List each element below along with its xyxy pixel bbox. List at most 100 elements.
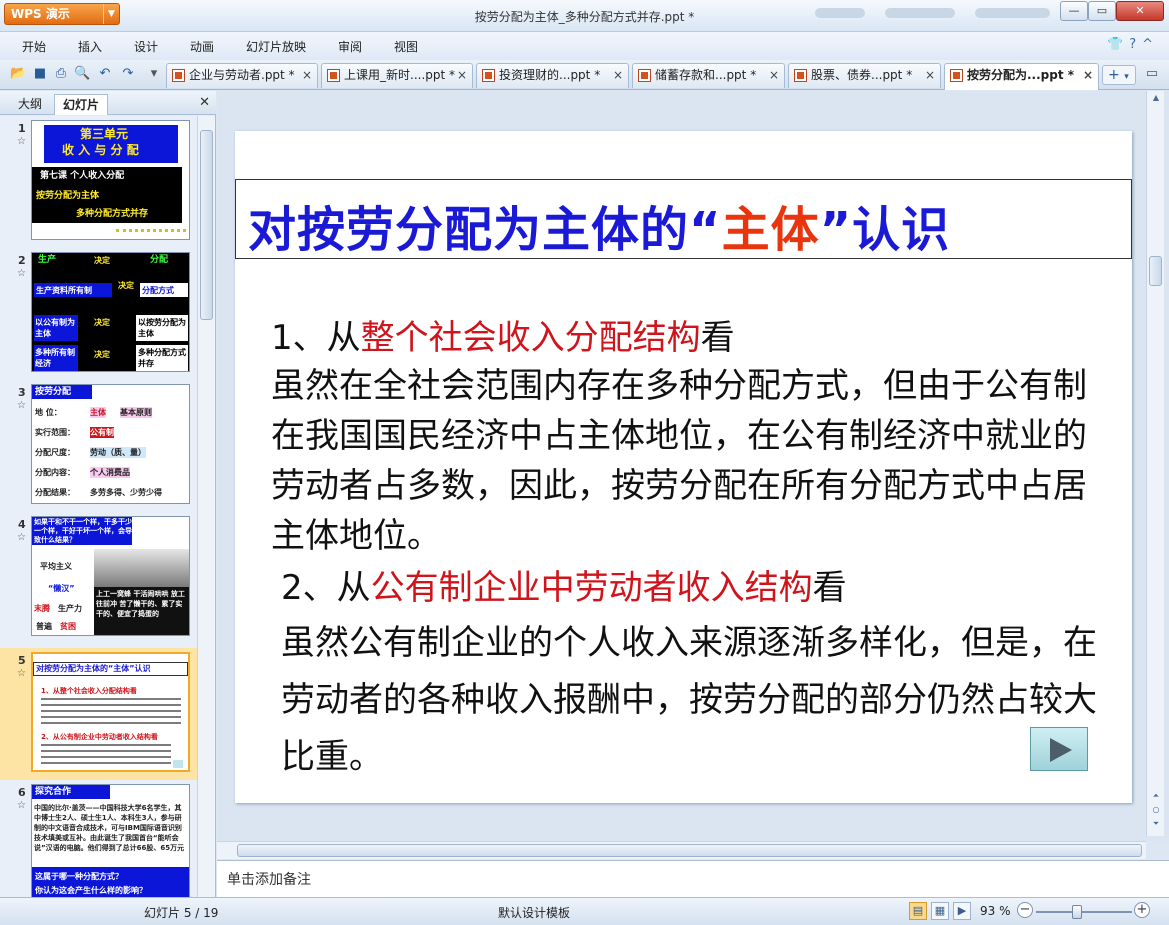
print-icon[interactable]: ⎙	[53, 66, 69, 82]
menu-slideshow[interactable]: 幻灯片放映	[246, 38, 306, 55]
scrollbar-thumb[interactable]	[237, 844, 1142, 857]
notes-pane[interactable]: 单击添加备注	[217, 860, 1169, 897]
thumb-text: 上工一窝蜂 干活闹哄哄 放工往前冲 苦了懒干的、累了实干的、便宜了捣蛋的	[96, 590, 185, 618]
maximize-button[interactable]: ▭	[1088, 1, 1116, 21]
slide-thumbnail[interactable]: 如果干和不干一个样，干多干少一个样，干好干坏一个样，会导致什么结果？ 平均主义 …	[31, 516, 190, 636]
menu-insert[interactable]: 插入	[78, 38, 102, 55]
restore-window-icon[interactable]: ▭	[1144, 66, 1160, 82]
horizontal-scrollbar[interactable]	[217, 841, 1146, 859]
panel-tabs: 大纲 幻灯片 ✕	[0, 91, 216, 115]
print-preview-icon[interactable]: 🔍	[74, 66, 90, 82]
close-button[interactable]: ✕	[1116, 1, 1164, 21]
thumbnail-row-5-selected[interactable]: 5 ☆ 对按劳分配为主体的“主体”认识 1、从整个社会收入分配结构看 2、从公有…	[0, 648, 197, 780]
thumb-text: 如果干和不干一个样，干多干少一个样，干好干坏一个样，会导致什么结果？	[34, 518, 132, 544]
next-action-button[interactable]	[1030, 727, 1088, 771]
slideshow-icon[interactable]: ▶	[953, 902, 971, 920]
doc-tab-0[interactable]: 企业与劳动者.ppt * ×	[166, 63, 318, 88]
slide-thumbnail[interactable]: 生产 决定 分配 生产资料所有制 决定 分配方式 以公有制为主体 决定 以按劳分…	[31, 252, 190, 372]
menu-review[interactable]: 审阅	[338, 38, 362, 55]
zoom-in-button[interactable]: +	[1134, 902, 1150, 918]
point-1-body[interactable]: 虽然在全社会范围内存在多种分配方式，但由于公有制在我国国民经济中占主体地位，在公…	[271, 361, 1111, 561]
thumb-text: 贫困	[60, 622, 76, 631]
doc-tab-1[interactable]: 上课用_新时....ppt * ×	[321, 63, 473, 88]
chevron-down-icon[interactable]: ▾	[1124, 72, 1129, 82]
highlight-text: 整个社会收入分配结构	[360, 318, 701, 358]
minimize-button[interactable]: —	[1060, 1, 1088, 21]
vertical-scrollbar[interactable]: ▲ ⏶ ○ ⏷	[1146, 91, 1164, 836]
undo-icon[interactable]: ↶	[97, 66, 113, 82]
notes-placeholder: 单击添加备注	[227, 872, 311, 888]
menu-design[interactable]: 设计	[134, 38, 158, 55]
redo-icon[interactable]: ↷	[120, 66, 136, 82]
blurred-area	[885, 8, 955, 18]
thumbnail-row-6[interactable]: 6 ☆ 探究合作 中国的比尔·盖茨——中国科技大学6名学生，其中博士生2人、硕士…	[0, 784, 197, 897]
thumb-text: 平均主义	[40, 562, 72, 571]
slide-thumbnail[interactable]: 按劳分配 地 位： 主体 基本原则 实行范围： 公有制 分配尺度： 劳动（质、量…	[31, 384, 190, 504]
ppt-file-icon	[638, 69, 651, 82]
thumb-text: 决定	[94, 256, 110, 265]
minimize-ribbon-icon[interactable]: ^	[1142, 37, 1159, 52]
thumb-text: 基本原则	[120, 407, 152, 418]
thumbnail-row-2[interactable]: 2 ☆ 生产 决定 分配 生产资料所有制 决定 分配方式 以公有制为主体 决定 …	[0, 252, 197, 380]
thumb-text: 分配结果：	[35, 488, 75, 497]
animation-star-icon: ☆	[17, 800, 26, 811]
menu-animation[interactable]: 动画	[190, 38, 214, 55]
doc-tab-label: 股票、债券...ppt *	[811, 68, 913, 82]
point-1-heading[interactable]: 1、从整个社会收入分配结构看	[271, 313, 1111, 363]
slide-thumbnail[interactable]: 第三单元 收 入 与 分 配 第七课 个人收入分配 按劳分配为主体 多种分配方式…	[31, 120, 190, 240]
slide-sorter-icon[interactable]: ▦	[931, 902, 949, 920]
next-slide-icon[interactable]: ⏷	[1150, 819, 1162, 831]
text: 1、从	[271, 318, 361, 358]
animation-star-icon: ☆	[17, 268, 26, 279]
close-tab-icon[interactable]: ×	[1083, 64, 1093, 87]
zoom-slider-track[interactable]	[1036, 911, 1132, 913]
zoom-slider-handle[interactable]	[1072, 905, 1082, 919]
close-tab-icon[interactable]: ×	[613, 64, 623, 87]
doc-tab-3[interactable]: 储蓄存款和...ppt * ×	[632, 63, 785, 88]
tab-slides[interactable]: 幻灯片	[54, 94, 109, 115]
menu-bar: 开始 插入 设计 动画 幻灯片放映 审阅 视图 👕?^	[0, 32, 1169, 60]
slide-title[interactable]: 对按劳分配为主体的“主体”认识	[248, 190, 950, 260]
thumbnail-number: 4	[18, 518, 26, 531]
point-2-heading[interactable]: 2、从公有制企业中劳动者收入结构看	[281, 563, 1121, 613]
help-icon[interactable]: ?	[1129, 37, 1142, 52]
thumb-text: 多种所有制经济	[35, 348, 75, 368]
thumbnail-row-1[interactable]: 1 ☆ 第三单元 收 入 与 分 配 第七课 个人收入分配 按劳分配为主体 多种…	[0, 120, 197, 248]
animation-star-icon: ☆	[17, 532, 26, 543]
thumbnail-row-3[interactable]: 3 ☆ 按劳分配 地 位： 主体 基本原则 实行范围： 公有制 分配尺度： 劳动…	[0, 384, 197, 512]
scrollbar-thumb[interactable]	[1149, 256, 1162, 286]
menu-home[interactable]: 开始	[22, 38, 46, 55]
zoom-out-button[interactable]: −	[1017, 902, 1033, 918]
doc-tab-active[interactable]: 按劳分配为...ppt * ×	[944, 63, 1099, 90]
tab-outline[interactable]: 大纲	[10, 94, 50, 115]
new-tab-button[interactable]: + ▾	[1102, 65, 1136, 85]
open-folder-icon[interactable]: 📂	[10, 66, 26, 82]
normal-view-icon[interactable]: ▤	[909, 902, 927, 920]
design-template[interactable]: 默认设计模板	[498, 904, 570, 921]
slide-title-box[interactable]: 对按劳分配为主体的“主体”认识	[235, 179, 1132, 259]
scrollbar-thumb[interactable]	[200, 130, 213, 320]
thumbnail-row-4[interactable]: 4 ☆ 如果干和不干一个样，干多干少一个样，干好干坏一个样，会导致什么结果？ 平…	[0, 516, 197, 644]
slide-canvas[interactable]: 对按劳分配为主体的“主体”认识 1、从整个社会收入分配结构看 虽然在全社会范围内…	[235, 131, 1132, 803]
toolbar-dropdown-icon[interactable]: ▾	[146, 66, 162, 82]
doc-tab-4[interactable]: 股票、债券...ppt * ×	[788, 63, 941, 88]
select-object-icon[interactable]: ○	[1150, 805, 1162, 817]
save-icon[interactable]: ■	[32, 66, 48, 82]
thumb-text: 分配方式	[142, 286, 174, 295]
thumb-text: 多劳多得、少劳少得	[90, 488, 162, 497]
close-tab-icon[interactable]: ×	[457, 64, 467, 87]
scroll-up-icon[interactable]: ▲	[1150, 93, 1162, 105]
skin-icon[interactable]: 👕	[1107, 37, 1129, 52]
doc-tab-2[interactable]: 投资理财的...ppt * ×	[476, 63, 629, 88]
close-panel-icon[interactable]: ✕	[199, 95, 210, 110]
slide-thumbnail[interactable]: 探究合作 中国的比尔·盖茨——中国科技大学6名学生，其中博士生2人、硕士生1人、…	[31, 784, 190, 897]
point-2-body[interactable]: 虽然公有制企业的个人收入来源逐渐多样化，但是，在劳动者的各种收入报酬中，按劳分配…	[281, 615, 1101, 786]
menu-view[interactable]: 视图	[394, 38, 418, 55]
slide-thumbnail[interactable]: 对按劳分配为主体的“主体”认识 1、从整个社会收入分配结构看 2、从公有制企业中…	[31, 652, 190, 772]
close-tab-icon[interactable]: ×	[302, 64, 312, 87]
close-tab-icon[interactable]: ×	[925, 64, 935, 87]
close-tab-icon[interactable]: ×	[769, 64, 779, 87]
previous-slide-icon[interactable]: ⏶	[1150, 791, 1162, 803]
thumbnail-scrollbar[interactable]	[197, 116, 215, 897]
ppt-file-icon	[950, 69, 963, 82]
